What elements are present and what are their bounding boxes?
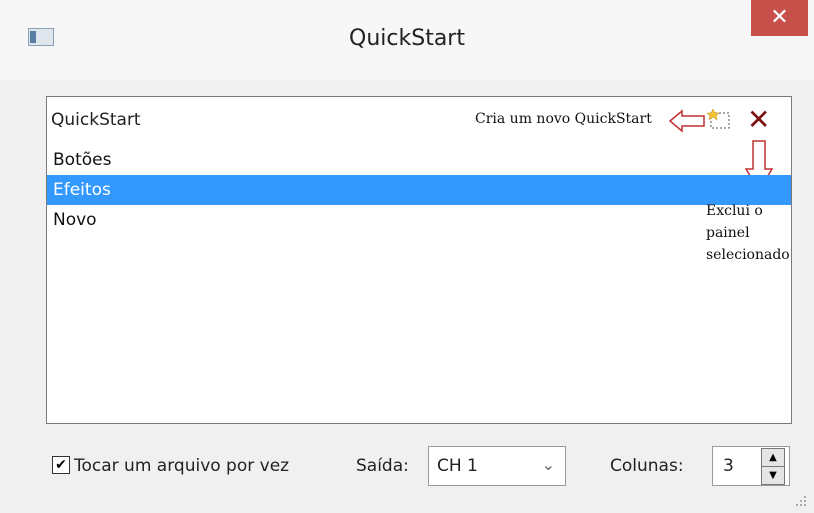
output-label: Saída: — [356, 456, 409, 476]
footer-bar: ✔ Tocar um arquivo por vez Saída: CH 1 ⌄… — [0, 440, 814, 490]
panel-header: QuickStart Cria um novo QuickStart ✕ — [47, 97, 791, 141]
play-one-label: Tocar um arquivo por vez — [74, 456, 290, 476]
play-one-checkbox[interactable]: ✔ — [52, 456, 70, 474]
list-item-label: Botões — [53, 150, 112, 170]
delete-annotation-line: Exclui o — [706, 203, 763, 219]
window-title: QuickStart — [349, 26, 465, 51]
quickstart-list: Botões Efeitos Novo — [47, 145, 791, 235]
columns-spinbox[interactable]: 3 ▲ ▼ — [712, 446, 790, 486]
panel-header-label: QuickStart — [51, 110, 141, 130]
delete-panel-icon[interactable]: ✕ — [747, 103, 770, 136]
columns-label: Colunas: — [610, 456, 684, 476]
columns-value: 3 — [723, 456, 734, 476]
delete-annotation-line: painel — [706, 225, 750, 241]
list-item-selected[interactable]: Efeitos — [47, 175, 791, 205]
output-select[interactable]: CH 1 ⌄ — [428, 446, 566, 486]
quickstart-panel: QuickStart Cria um novo QuickStart ✕ Bot… — [46, 96, 792, 424]
delete-panel-annotation: Exclui o painel selecionado — [706, 200, 814, 266]
annotation-arrow-left-icon — [668, 109, 705, 133]
quickstart-window: QuickStart ✕ QuickStart Cria um novo Qui… — [0, 0, 814, 513]
new-quickstart-icon[interactable] — [707, 107, 735, 131]
list-item-label: Efeitos — [53, 180, 111, 200]
spin-down-icon[interactable]: ▼ — [761, 466, 785, 485]
output-select-value: CH 1 — [437, 456, 478, 476]
delete-annotation-line: selecionado — [706, 247, 790, 263]
close-button[interactable]: ✕ — [751, 0, 808, 36]
new-quickstart-annotation: Cria um novo QuickStart — [475, 111, 652, 127]
title-bar: QuickStart ✕ — [0, 0, 814, 80]
chevron-down-icon: ⌄ — [541, 455, 555, 474]
list-item-label: Novo — [53, 210, 97, 230]
resize-grip-icon[interactable] — [794, 494, 808, 508]
list-item[interactable]: Novo — [47, 205, 791, 235]
list-item[interactable]: Botões — [47, 145, 791, 175]
spin-up-icon[interactable]: ▲ — [761, 448, 785, 467]
